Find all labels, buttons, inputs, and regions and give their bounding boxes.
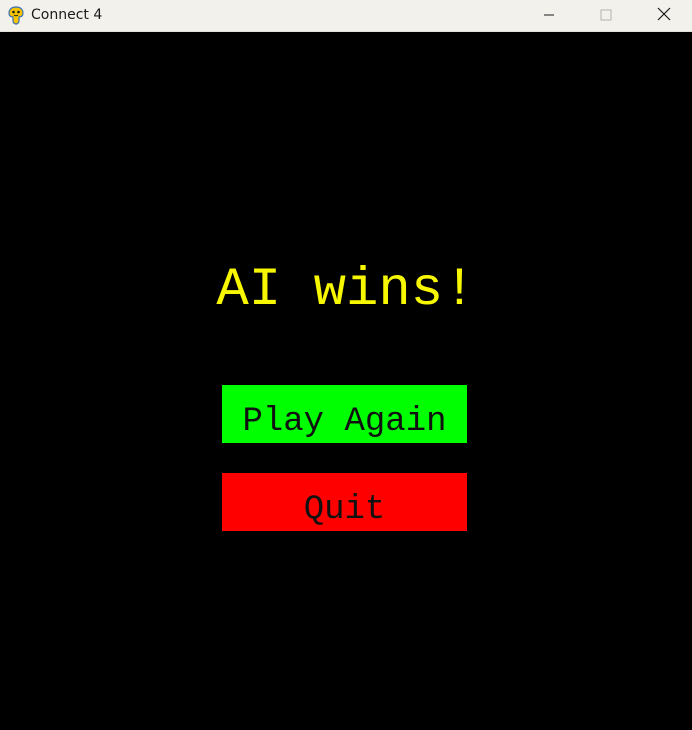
game-window: Connect 4 AI wins! Play Again Quit bbox=[0, 0, 692, 730]
game-canvas: AI wins! Play Again Quit bbox=[0, 32, 692, 730]
maximize-icon bbox=[600, 6, 612, 25]
pygame-snake-icon bbox=[6, 5, 26, 25]
close-icon bbox=[657, 6, 671, 25]
maximize-button[interactable] bbox=[583, 0, 629, 31]
play-again-button[interactable]: Play Again bbox=[222, 385, 467, 443]
close-button[interactable] bbox=[641, 0, 687, 31]
minimize-button[interactable] bbox=[526, 0, 572, 31]
minimize-icon bbox=[543, 6, 555, 25]
quit-button[interactable]: Quit bbox=[222, 473, 467, 531]
window-title: Connect 4 bbox=[31, 7, 103, 23]
result-text: AI wins! bbox=[216, 260, 476, 321]
title-bar[interactable]: Connect 4 bbox=[0, 0, 692, 32]
